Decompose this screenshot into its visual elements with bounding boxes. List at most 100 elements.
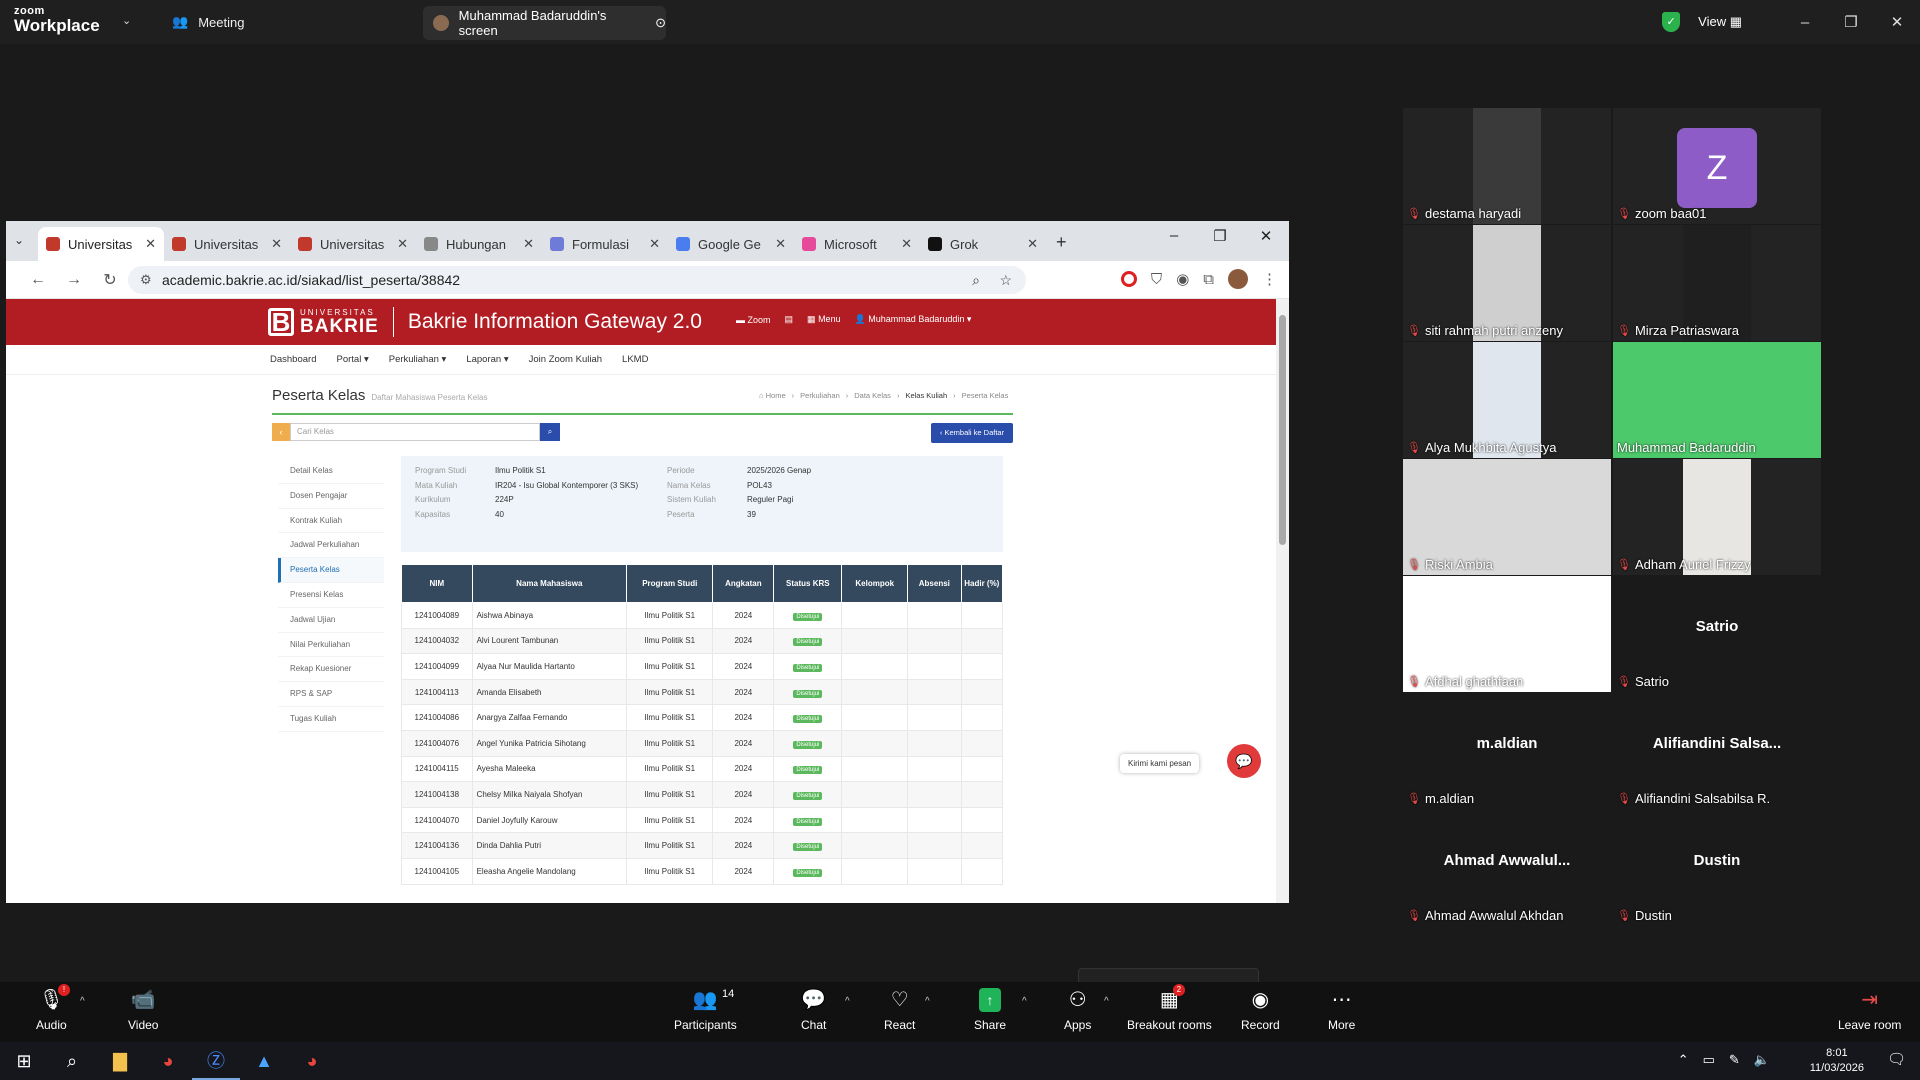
subnav-dashboard[interactable]: Dashboard [270, 354, 316, 365]
sidebar-item[interactable]: Jadwal Perkuliahan [278, 533, 384, 559]
video-button[interactable]: 📹 Video [128, 988, 158, 1032]
chevron-left-icon[interactable]: ‹ [272, 423, 290, 441]
search-icon[interactable]: ⌕ [48, 1042, 96, 1080]
participant-tile[interactable]: Dustin 🎙 Dustin [1613, 810, 1821, 926]
browser-close-icon[interactable]: ✕ [1243, 227, 1289, 245]
photos-icon[interactable]: ▲ [240, 1042, 288, 1080]
record-button[interactable]: ◉ Record [1241, 988, 1280, 1032]
back-icon[interactable]: ← [20, 271, 56, 289]
table-header[interactable]: Hadir (%) [960, 564, 1004, 603]
breakout-rooms-button[interactable]: ▦ 2 Breakout rooms [1127, 984, 1212, 1032]
chat-widget-icon[interactable]: 💬 [1227, 744, 1261, 778]
table-header[interactable]: Absensi [907, 564, 962, 603]
windows-start-icon[interactable]: ⊞ [0, 1042, 48, 1080]
tab-close-icon[interactable]: ✕ [1027, 236, 1038, 252]
subnav-lkmd[interactable]: LKMD [622, 354, 648, 365]
sidebar-item[interactable]: Rekap Kuesioner [278, 657, 384, 683]
tab-close-icon[interactable]: ✕ [901, 236, 912, 252]
chevron-down-icon[interactable]: ⌄ [122, 14, 131, 27]
chat-widget-label[interactable]: Kirimi kami pesan [1120, 754, 1200, 773]
participant-tile[interactable]: m.aldian 🎙 m.aldian [1403, 693, 1611, 809]
nav-zoom[interactable]: ▬ Zoom [736, 315, 771, 325]
apps-options-caret[interactable]: ^ [1104, 996, 1109, 1007]
apps-button[interactable]: ⚇ Apps [1064, 988, 1091, 1032]
zoom-icon[interactable]: ⌕ [972, 272, 980, 289]
extension-icon[interactable]: ◉ [1176, 270, 1189, 288]
new-tab-icon[interactable]: + [1056, 232, 1067, 253]
browser-tab[interactable]: Microsoft ✕ [794, 227, 920, 261]
leave-room-button[interactable]: ⇥ Leave room [1838, 988, 1901, 1032]
puzzle-icon[interactable]: ⧉ [1203, 271, 1214, 288]
search-input[interactable]: Cari Kelas [290, 423, 540, 441]
participant-tile[interactable]: 🎙 Mirza Patriaswara [1613, 225, 1821, 341]
bookmark-star-icon[interactable]: ☆ [999, 272, 1012, 289]
tab-close-icon[interactable]: ✕ [271, 236, 282, 252]
sidebar-item[interactable]: Kontrak Kuliah [278, 509, 384, 534]
sidebar-item[interactable]: Detail Kelas [278, 459, 384, 484]
sidebar-item[interactable]: Peserta Kelas [278, 558, 384, 583]
tab-close-icon[interactable]: ✕ [775, 236, 786, 252]
sidebar-item[interactable]: Tugas Kuliah [278, 707, 384, 732]
browser-tab[interactable]: Universitas ✕ [38, 227, 164, 261]
subnav-join-zoom[interactable]: Join Zoom Kuliah [529, 354, 602, 365]
more-button[interactable]: ⋯ More [1328, 988, 1355, 1032]
react-options-caret[interactable]: ^ [925, 996, 930, 1007]
table-header[interactable]: NIM [401, 564, 473, 603]
network-icon[interactable]: ▭ [1703, 1052, 1715, 1068]
more-options-icon[interactable]: ⊙ [655, 15, 666, 31]
subnav-laporan[interactable]: Laporan ▾ [466, 354, 508, 365]
chevron-up-icon[interactable]: ⌃ [1678, 1052, 1689, 1068]
sidebar-item[interactable]: Dosen Pengajar [278, 484, 384, 509]
react-button[interactable]: ♡ React [884, 988, 915, 1032]
document-icon[interactable]: ▤ [785, 314, 794, 325]
tab-search-icon[interactable]: ⌄ [14, 233, 24, 247]
browser-restore-icon[interactable]: ❐ [1197, 227, 1243, 245]
subnav-portal[interactable]: Portal ▾ [336, 354, 368, 365]
notification-icon[interactable]: 🗨 [1887, 1050, 1906, 1068]
nav-user[interactable]: 👤 Muhammad Badaruddin ▾ [855, 314, 972, 325]
table-header[interactable]: Kelompok [841, 564, 909, 603]
participants-button[interactable]: 👥 Participants 14 [674, 988, 737, 1032]
minimize-icon[interactable]: – [1782, 14, 1828, 31]
extension-icon[interactable]: ⛉ [1151, 271, 1162, 288]
browser-minimize-icon[interactable]: – [1151, 227, 1197, 245]
file-explorer-icon[interactable]: ▇ [96, 1042, 144, 1080]
sidebar-item[interactable]: Nilai Perkuliahan [278, 633, 384, 658]
nav-menu[interactable]: ▦ Menu [807, 314, 841, 325]
url-field[interactable]: ⚙ academic.bakrie.ac.id/siakad/list_pese… [128, 266, 1026, 294]
sidebar-item[interactable]: Jadwal Ujian [278, 608, 384, 633]
back-to-list-button[interactable]: ‹ Kembali ke Daftar [931, 423, 1013, 443]
audio-options-caret[interactable]: ^ [80, 996, 85, 1007]
participant-tile[interactable]: 🎙 Adham Auriel Frizzy [1613, 459, 1821, 575]
table-header[interactable]: Program Studi [626, 564, 714, 603]
tab-close-icon[interactable]: ✕ [145, 236, 156, 252]
browser-tab[interactable]: Grok ✕ [920, 227, 1046, 261]
volume-icon[interactable]: 🔈 [1754, 1052, 1770, 1068]
browser-tab[interactable]: Hubungan ✕ [416, 227, 542, 261]
chat-options-caret[interactable]: ^ [845, 996, 850, 1007]
clock[interactable]: 8:01 11/03/2026 [1810, 1046, 1864, 1076]
subnav-perkuliahan[interactable]: Perkuliahan ▾ [389, 354, 447, 365]
participant-tile[interactable]: 🎙 Alya Mukhbita Agustya [1403, 342, 1611, 458]
chrome-profile-icon[interactable]: ◕ [288, 1042, 336, 1080]
audio-button[interactable]: 🎙! Audio [36, 984, 71, 1032]
sidebar-item[interactable]: Presensi Kelas [278, 583, 384, 608]
search-icon[interactable]: ⌕ [540, 423, 560, 441]
opera-extension-icon[interactable] [1120, 271, 1137, 287]
chat-button[interactable]: 💬 Chat [801, 988, 826, 1032]
share-button[interactable]: ↑ Share [974, 988, 1006, 1032]
forward-icon[interactable]: → [56, 271, 92, 289]
view-button[interactable]: View ▦ [1698, 14, 1742, 30]
participant-tile[interactable]: Alifiandini Salsa... 🎙 Alifiandini Salsabi… [1613, 693, 1821, 809]
participant-tile[interactable]: 🎙 destama haryadi [1403, 108, 1611, 224]
participant-tile[interactable]: Ahmad Awwalul... 🎙 Ahmad Awwalul Akhdan [1403, 810, 1611, 926]
shared-screen-tab[interactable]: Muhammad Badaruddin's screen ⊙ [423, 6, 666, 40]
chrome-icon[interactable]: ◕ [144, 1042, 192, 1080]
browser-tab[interactable]: Universitas ✕ [164, 227, 290, 261]
tab-close-icon[interactable]: ✕ [523, 236, 534, 252]
site-info-icon[interactable]: ⚙ [140, 272, 152, 288]
share-options-caret[interactable]: ^ [1022, 996, 1027, 1007]
reload-icon[interactable]: ↻ [92, 270, 128, 290]
tab-close-icon[interactable]: ✕ [397, 236, 408, 252]
browser-tab[interactable]: Google Ge ✕ [668, 227, 794, 261]
